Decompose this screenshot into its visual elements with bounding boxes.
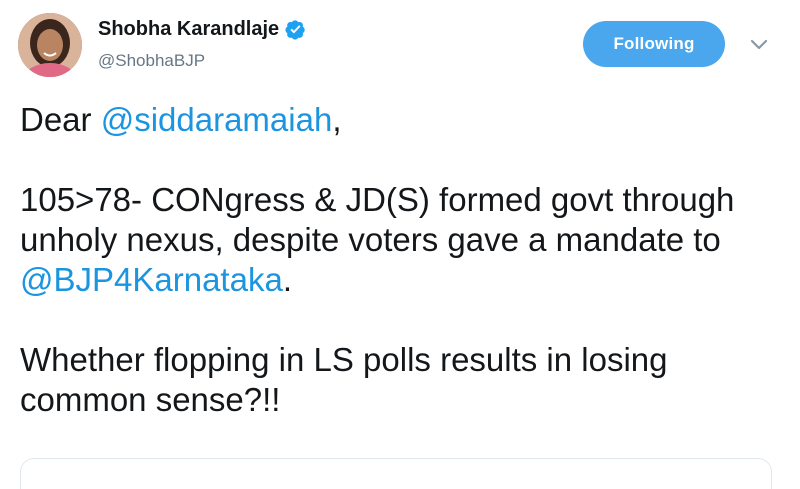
tweet-text: Dear @siddaramaiah, 105>78- CONgress & J… xyxy=(20,100,790,420)
paragraph-text: 105>78- CONgress & JD(S) formed govt thr… xyxy=(20,181,735,258)
mention-link[interactable]: @BJP4Karnataka xyxy=(20,261,283,298)
tweet-greeting: Dear @siddaramaiah, xyxy=(20,100,790,140)
author-handle[interactable]: @ShobhaBJP xyxy=(98,51,205,71)
avatar[interactable] xyxy=(18,13,82,77)
author-name[interactable]: Shobha Karandlaje xyxy=(98,18,279,41)
avatar-photo xyxy=(18,13,82,77)
tweet-paragraph: 105>78- CONgress & JD(S) formed govt thr… xyxy=(20,180,790,300)
chevron-down-icon[interactable] xyxy=(750,38,768,52)
greeting-suffix: , xyxy=(332,101,342,138)
quoted-card-edge[interactable] xyxy=(20,458,772,489)
mention-link[interactable]: @siddaramaiah xyxy=(101,101,333,138)
tweet-paragraph: Whether flopping in LS polls results in … xyxy=(20,341,668,418)
paragraph-suffix: . xyxy=(282,261,292,298)
greeting-prefix: Dear xyxy=(20,101,101,138)
following-button[interactable]: Following xyxy=(583,21,725,67)
verified-badge-icon xyxy=(285,20,305,40)
author-name-row[interactable]: Shobha Karandlaje xyxy=(98,18,306,41)
